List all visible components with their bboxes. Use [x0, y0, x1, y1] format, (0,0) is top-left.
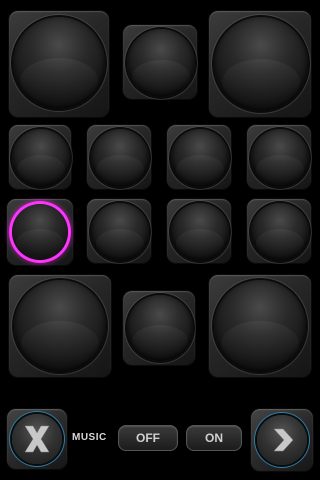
pad-button-circle — [12, 129, 70, 187]
pad-button-circle — [251, 203, 309, 261]
pad-button-circle — [91, 129, 149, 187]
sound-pad-1[interactable] — [8, 10, 110, 118]
sound-pad-14[interactable] — [208, 274, 312, 378]
pad-button-circle — [214, 17, 308, 111]
pad-button-circle — [127, 295, 193, 361]
pad-button-circle — [171, 203, 229, 261]
pad-button-circle-active — [12, 204, 68, 260]
next-button[interactable] — [250, 408, 314, 472]
sound-pad-7[interactable] — [246, 124, 312, 190]
pad-button-circle — [14, 280, 106, 372]
close-button[interactable] — [6, 408, 68, 470]
music-off-label: OFF — [136, 431, 160, 445]
pad-button-circle — [214, 280, 306, 372]
next-button-circle — [257, 415, 307, 465]
sound-pad-10[interactable] — [166, 198, 232, 264]
pad-button-circle — [251, 129, 309, 187]
pad-button-circle — [171, 129, 229, 187]
sound-pad-11[interactable] — [246, 198, 312, 264]
sound-pad-5[interactable] — [86, 124, 152, 190]
pad-button-circle — [127, 29, 195, 97]
sound-pad-9[interactable] — [86, 198, 152, 264]
music-label: MUSIC — [72, 432, 107, 443]
music-off-button[interactable]: OFF — [118, 425, 178, 451]
x-icon — [24, 425, 50, 453]
sound-pad-8[interactable] — [6, 198, 74, 266]
music-on-label: ON — [205, 431, 223, 445]
music-on-button[interactable]: ON — [186, 425, 242, 451]
chevron-right-icon — [273, 428, 294, 452]
sound-pad-13[interactable] — [122, 290, 196, 366]
sound-pad-6[interactable] — [166, 124, 232, 190]
sound-pad-12[interactable] — [8, 274, 112, 378]
pad-button-circle — [91, 203, 149, 261]
sound-pad-4[interactable] — [8, 124, 72, 190]
sound-pad-3[interactable] — [208, 10, 312, 118]
sound-pad-2[interactable] — [122, 24, 198, 100]
pad-button-circle — [13, 17, 105, 109]
close-button-circle — [12, 414, 62, 464]
